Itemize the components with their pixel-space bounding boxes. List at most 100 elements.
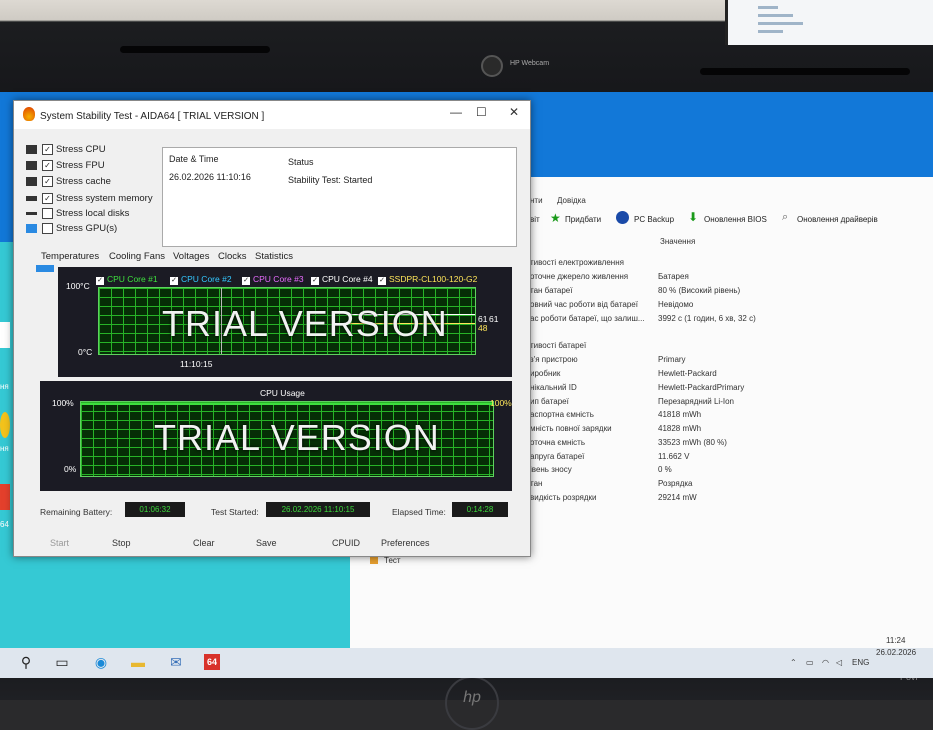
legend-checkbox[interactable]: ✓ [96, 277, 104, 285]
legend-core-4[interactable]: ✓ CPU Core #4 [311, 274, 373, 285]
save-button[interactable]: Save [256, 538, 277, 548]
webcam [481, 55, 503, 77]
stress-disks-option[interactable]: Stress local disks [26, 208, 129, 222]
row-label: тан батареї [530, 286, 573, 295]
clock-time[interactable]: 11:24 [886, 636, 905, 645]
time-label: 11:10:15 [180, 359, 213, 369]
row-value: Primary [658, 355, 686, 364]
trial-watermark: TRIAL VERSION [162, 303, 448, 344]
tab-cooling-fans[interactable]: Cooling Fans [109, 251, 165, 262]
edge-icon[interactable]: ◉ [93, 654, 109, 670]
tab-temperatures[interactable]: Temperatures [41, 251, 99, 262]
section-title: тивості електроживлення [530, 258, 624, 267]
row-label: нікальний ID [530, 383, 577, 392]
wifi-icon[interactable]: ◠ [822, 658, 829, 667]
stress-disks-label: Stress local disks [56, 208, 130, 220]
row-label: ип батареї [530, 397, 569, 406]
clear-button[interactable]: Clear [193, 538, 215, 548]
webcam-label: HP Webcam [510, 60, 550, 67]
stress-cache-checkbox[interactable]: ✓ [42, 176, 53, 187]
tab-voltages[interactable]: Voltages [173, 251, 209, 262]
clock-date[interactable]: 26.02.2026 [876, 648, 916, 657]
row-value: 11.662 V [658, 452, 690, 461]
legend-core-3[interactable]: ✓ CPU Core #3 [242, 274, 304, 285]
toolbar-buy-button[interactable]: Придбати [565, 215, 601, 224]
tab-clocks[interactable]: Clocks [218, 251, 247, 262]
desktop-icon[interactable] [0, 484, 10, 510]
value-label-core: 61 [489, 314, 499, 324]
mail-icon[interactable]: ✉ [168, 654, 184, 670]
window-title: System Stability Test - AIDA64 [ TRIAL V… [40, 111, 265, 122]
cpu-icon [26, 145, 37, 154]
row-value: Перезарядний Li-Ion [658, 397, 734, 406]
value-label-ssd: 48 [478, 323, 488, 333]
cpu-usage-graph: CPU Usage TRIAL VERSION 100% 0% 100% [40, 381, 512, 491]
row-label: оточне джерело живлення [530, 272, 629, 281]
cpu-usage-line [81, 403, 493, 405]
search-icon: ⌕ [782, 211, 789, 223]
stress-disks-checkbox[interactable] [42, 208, 53, 219]
stress-memory-option[interactable]: ✓ Stress system memory [26, 193, 153, 207]
row-label: ас роботи батареї, що залиш... [530, 314, 645, 323]
stress-gpu-option[interactable]: Stress GPU(s) [26, 223, 117, 237]
row-label: з'я пристрою [530, 355, 578, 364]
cpu-y-min-label: 0% [64, 464, 77, 474]
elapsed-time-value: 0:14:28 [452, 502, 508, 517]
status-table: Date & Time Status 26.02.2026 11:10:16 S… [162, 147, 517, 247]
toolbar-backup-button[interactable]: PC Backup [634, 215, 674, 224]
legend-checkbox[interactable]: ✓ [170, 277, 178, 285]
maximize-button[interactable]: ☐ [476, 105, 487, 119]
row-label: мність повної зарядки [530, 424, 612, 433]
test-started-label: Test Started: [211, 507, 259, 517]
column-header-value: Значення [660, 237, 696, 246]
minimize-button[interactable]: — [450, 105, 462, 119]
toolbar-item[interactable]: віт [530, 215, 540, 224]
stress-cpu-option[interactable]: ✓ Stress CPU [26, 144, 106, 158]
column-header-status: Status [288, 157, 314, 167]
search-icon[interactable]: ⚲ [18, 654, 34, 670]
stop-button[interactable]: Stop [112, 538, 131, 548]
toolbar-drivers-button[interactable]: Оновлення драйверів [797, 215, 878, 224]
stress-cpu-label: Stress CPU [56, 144, 106, 156]
cpuid-button[interactable]: CPUID [332, 538, 360, 548]
tree-item-test[interactable]: Тест [384, 556, 401, 565]
desktop-icon[interactable] [0, 412, 10, 438]
legend-checkbox[interactable]: ✓ [242, 277, 250, 285]
aida64-flame-icon [23, 107, 35, 121]
gpu-monitor-icon [26, 224, 37, 233]
legend-core-1[interactable]: ✓ CPU Core #1 [96, 274, 158, 285]
desktop-icon[interactable] [0, 322, 10, 348]
start-button[interactable]: Start [50, 538, 69, 548]
preferences-button[interactable]: Preferences [381, 538, 430, 548]
language-indicator[interactable]: ENG [852, 658, 869, 667]
stress-cache-label: Stress cache [56, 176, 111, 188]
stress-gpu-checkbox[interactable] [42, 223, 53, 234]
legend-checkbox[interactable]: ✓ [311, 277, 319, 285]
stress-fpu-checkbox[interactable]: ✓ [42, 160, 53, 171]
stress-fpu-option[interactable]: ✓ Stress FPU [26, 160, 105, 174]
test-started-value: 26.02.2026 11:10:15 [266, 502, 370, 517]
toolbar-bios-button[interactable]: Оновлення BIOS [704, 215, 767, 224]
fpu-icon [26, 161, 37, 170]
hp-logo: hp [445, 676, 499, 730]
task-view-icon[interactable]: ▭ [54, 654, 70, 670]
legend-checkbox[interactable]: ✓ [378, 277, 386, 285]
trial-watermark: TRIAL VERSION [154, 417, 440, 458]
legend-ssd[interactable]: ✓ SSDPR-CL100-120-G2 [378, 274, 477, 285]
legend-core-2[interactable]: ✓ CPU Core #2 [170, 274, 232, 285]
disk-icon [26, 212, 37, 215]
tab-statistics[interactable]: Statistics [255, 251, 293, 262]
volume-icon[interactable]: ◁ [836, 658, 842, 667]
temperature-graph: ✓ CPU Core #1 ✓ CPU Core #2 ✓ CPU Core #3 ✓… [58, 267, 512, 377]
folder-icon[interactable]: ▬ [130, 654, 146, 670]
stress-cpu-checkbox[interactable]: ✓ [42, 144, 53, 155]
row-value: 0 % [658, 465, 672, 474]
menu-item[interactable]: нти [530, 196, 543, 205]
aida64-taskbar-icon[interactable]: 64 [204, 654, 220, 670]
tray-chevron-icon[interactable]: ⌃ [790, 658, 797, 667]
stress-cache-option[interactable]: ✓ Stress cache [26, 176, 111, 190]
menu-item[interactable]: Довідка [557, 196, 586, 205]
battery-icon[interactable]: ▭ [806, 658, 814, 667]
close-button[interactable]: ✕ [509, 105, 519, 119]
stress-memory-checkbox[interactable]: ✓ [42, 193, 53, 204]
